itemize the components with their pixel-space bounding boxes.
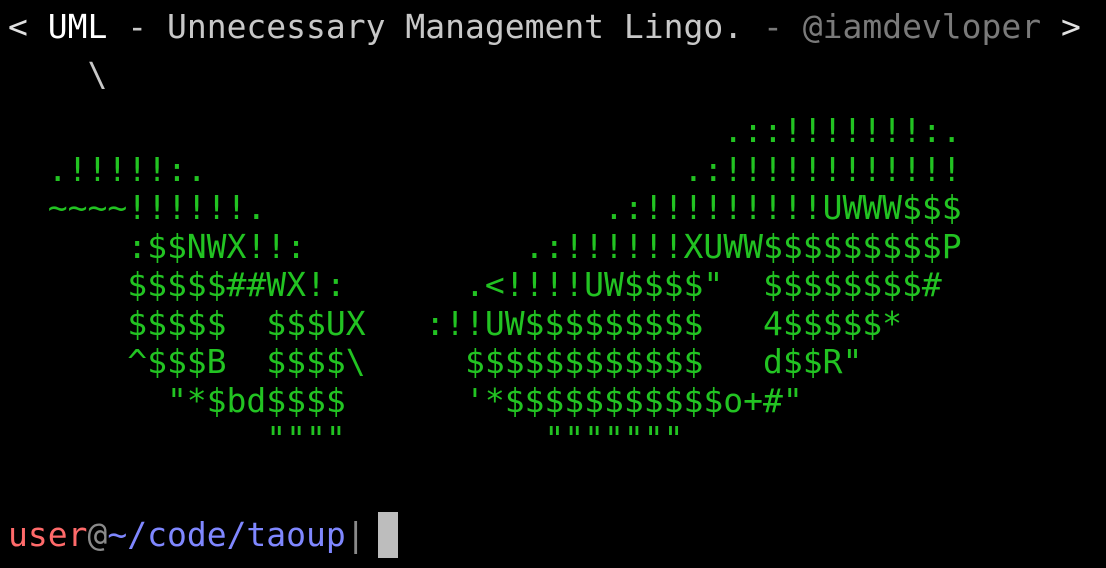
prompt-user: user — [8, 515, 88, 554]
prompt-path: ~/code/taoup — [107, 515, 346, 554]
command-prompt[interactable]: user @ ~/code/taoup | — [8, 512, 398, 558]
speech-bubble-tail: \ — [8, 55, 108, 94]
quote-author: - @iamdevloper — [743, 7, 1042, 46]
quote-term: UML — [47, 7, 108, 46]
ascii-art-whale: .::!!!!!!!:. .!!!!!:. .:!!!!!!!!!!!! ~~~… — [47, 111, 962, 458]
prompt-at-sign: @ — [87, 515, 108, 554]
quote-close-bracket: > — [1061, 7, 1081, 46]
text-cursor[interactable] — [377, 512, 398, 558]
quote-definition: - Unnecessary Management Lingo. — [107, 7, 744, 46]
terminal-window[interactable]: < UML - Unnecessary Management Lingo. - … — [0, 0, 1106, 568]
speech-bubble-quote: < UML - Unnecessary Management Lingo. - … — [8, 8, 1081, 46]
prompt-separator: | — [345, 515, 366, 554]
quote-open-bracket: < — [8, 7, 28, 46]
